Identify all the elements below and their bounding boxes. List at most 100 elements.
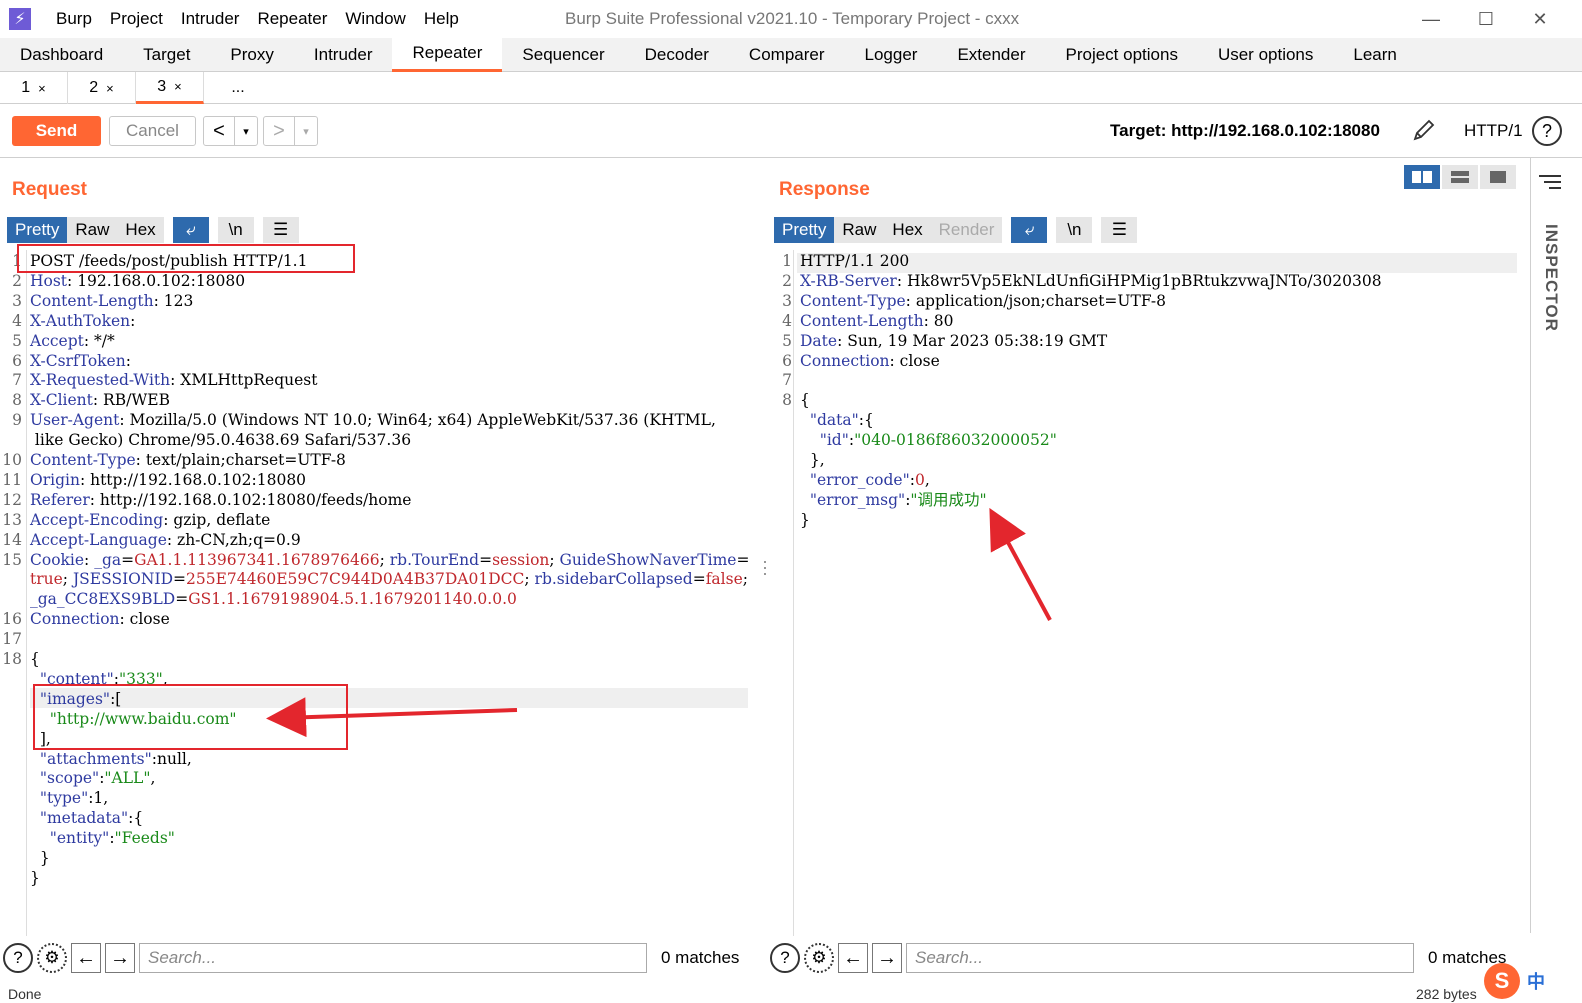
inspector-panel[interactable]: INSPECTOR: [1530, 158, 1582, 933]
ime-language-indicator[interactable]: 中: [1527, 968, 1545, 994]
maximize-icon[interactable]: ☐: [1473, 6, 1499, 32]
forward-dropdown-icon[interactable]: ▾: [294, 117, 317, 145]
tab-target[interactable]: Target: [123, 38, 210, 72]
response-search-input[interactable]: Search...: [906, 943, 1414, 973]
response-tab-pretty[interactable]: Pretty: [774, 217, 835, 243]
repeater-tab-3[interactable]: 3 ×: [136, 72, 204, 104]
request-tab-raw[interactable]: Raw: [67, 217, 118, 243]
tab-comparer[interactable]: Comparer: [729, 38, 845, 72]
help-icon[interactable]: ?: [3, 943, 33, 973]
tab-decoder[interactable]: Decoder: [625, 38, 729, 72]
code-line[interactable]: }: [30, 869, 40, 889]
code-line[interactable]: "type":1,: [30, 789, 108, 809]
inspector-label[interactable]: INSPECTOR: [1541, 224, 1561, 332]
close-tab-icon[interactable]: ×: [106, 81, 114, 96]
tab-project-options[interactable]: Project options: [1046, 38, 1198, 72]
tab-logger[interactable]: Logger: [845, 38, 938, 72]
back-button[interactable]: <: [204, 120, 234, 143]
help-icon[interactable]: ?: [770, 943, 800, 973]
code-line[interactable]: like Gecko) Chrome/95.0.4638.69 Safari/5…: [30, 431, 411, 451]
help-icon[interactable]: ?: [1532, 116, 1562, 146]
back-dropdown-icon[interactable]: ▾: [234, 117, 257, 145]
code-line[interactable]: Origin: http://192.168.0.102:18080: [30, 471, 306, 491]
request-search-input[interactable]: Search...: [139, 943, 647, 973]
code-line[interactable]: HTTP/1.1 200: [800, 252, 909, 272]
code-line[interactable]: X-Requested-With: XMLHttpRequest: [30, 371, 318, 391]
stacked-layout-icon[interactable]: [1442, 165, 1478, 189]
code-line[interactable]: Referer: http://192.168.0.102:18080/feed…: [30, 491, 411, 511]
code-line[interactable]: }: [800, 511, 810, 531]
code-line[interactable]: X-RB-Server: Hk8wr5Vp5EkNLdUnfiGiHPMig1p…: [800, 272, 1382, 292]
code-line[interactable]: X-AuthToken:: [30, 312, 135, 332]
wrap-lines-icon[interactable]: ⤶: [172, 217, 209, 243]
code-line[interactable]: Date: Sun, 19 Mar 2023 05:38:19 GMT: [800, 332, 1107, 352]
response-menu-icon[interactable]: ☰: [1101, 217, 1138, 243]
tab-proxy[interactable]: Proxy: [210, 38, 293, 72]
code-line[interactable]: X-Client: RB/WEB: [30, 391, 170, 411]
wrap-lines-icon[interactable]: ⤶: [1011, 217, 1048, 243]
repeater-tab-2[interactable]: 2 ×: [68, 72, 136, 104]
response-tab-raw[interactable]: Raw: [834, 217, 885, 243]
tab-user-options[interactable]: User options: [1198, 38, 1333, 72]
next-match-icon[interactable]: →: [105, 943, 135, 973]
code-line[interactable]: User-Agent: Mozilla/5.0 (Windows NT 10.0…: [30, 411, 716, 431]
next-match-icon[interactable]: →: [872, 943, 902, 973]
code-line[interactable]: "scope":"ALL",: [30, 769, 156, 789]
code-line[interactable]: "id":"040-0186f86032000052": [800, 431, 1057, 451]
code-line[interactable]: "data":{: [800, 411, 874, 431]
settings-gear-icon[interactable]: ⚙: [37, 943, 67, 973]
panel-splitter-handle[interactable]: · · ·: [762, 552, 768, 582]
tab-sequencer[interactable]: Sequencer: [502, 38, 624, 72]
forward-button[interactable]: >: [264, 120, 294, 143]
code-line[interactable]: {: [30, 650, 40, 670]
new-tab-button[interactable]: ...: [204, 72, 272, 104]
close-icon[interactable]: ✕: [1527, 6, 1553, 32]
minimize-icon[interactable]: —: [1418, 6, 1444, 32]
code-line[interactable]: Content-Length: 123: [30, 292, 193, 312]
code-line[interactable]: {: [800, 391, 810, 411]
code-line[interactable]: "metadata":{: [30, 809, 143, 829]
code-line[interactable]: _ga_CC8EXS9BLD=GS1.1.1679198904.5.1.1679…: [30, 590, 517, 610]
previous-match-icon[interactable]: ←: [71, 943, 101, 973]
tab-intruder[interactable]: Intruder: [294, 38, 393, 72]
code-line[interactable]: "attachments":null,: [30, 750, 192, 770]
tabbed-layout-icon[interactable]: [1480, 165, 1516, 189]
http-version-toggle[interactable]: HTTP/1: [1464, 121, 1523, 141]
code-line[interactable]: Accept: */*: [30, 332, 115, 352]
code-line[interactable]: Content-Type: text/plain;charset=UTF-8: [30, 451, 346, 471]
code-line[interactable]: Connection: close: [800, 352, 940, 372]
menu-burp[interactable]: Burp: [47, 9, 101, 29]
repeater-tab-1[interactable]: 1 ×: [0, 72, 68, 104]
request-tab-pretty[interactable]: Pretty: [7, 217, 68, 243]
code-line[interactable]: }: [30, 849, 50, 869]
tab-dashboard[interactable]: Dashboard: [0, 38, 123, 72]
request-menu-icon[interactable]: ☰: [262, 217, 299, 243]
edit-target-icon[interactable]: [1410, 116, 1438, 144]
tab-extender[interactable]: Extender: [937, 38, 1045, 72]
show-newlines-toggle[interactable]: \n: [1056, 217, 1093, 243]
code-line[interactable]: Content-Type: application/json;charset=U…: [800, 292, 1166, 312]
code-line[interactable]: Cookie: _ga=GA1.1.113967341.1678976466; …: [30, 551, 749, 571]
side-by-side-layout-icon[interactable]: [1404, 165, 1440, 189]
code-line[interactable]: },: [800, 451, 825, 471]
close-tab-icon[interactable]: ×: [38, 81, 46, 96]
menu-help[interactable]: Help: [415, 9, 468, 29]
tab-learn[interactable]: Learn: [1333, 38, 1416, 72]
code-line[interactable]: "entity":"Feeds": [30, 829, 175, 849]
code-line[interactable]: Host: 192.168.0.102:18080: [30, 272, 245, 292]
menu-project[interactable]: Project: [101, 9, 172, 29]
request-tab-hex[interactable]: Hex: [117, 217, 164, 243]
menu-intruder[interactable]: Intruder: [172, 9, 249, 29]
response-editor[interactable]: 1 HTTP/1.1 200 2 X-RB-Server: Hk8wr5Vp5EkNL…: [770, 250, 1520, 940]
menu-repeater[interactable]: Repeater: [248, 9, 336, 29]
code-line[interactable]: "error_msg":"调用成功": [800, 491, 987, 511]
request-editor[interactable]: 1 POST /feeds/post/publish HTTP/1.1 2 Host:…: [0, 250, 760, 940]
previous-match-icon[interactable]: ←: [838, 943, 868, 973]
show-newlines-toggle[interactable]: \n: [217, 217, 254, 243]
code-line[interactable]: Accept-Encoding: gzip, deflate: [30, 511, 270, 531]
code-line[interactable]: true; JSESSIONID=255E74460E59C7C944D0A4B…: [30, 570, 748, 590]
response-tab-render[interactable]: Render: [930, 217, 1003, 243]
inspector-menu-icon[interactable]: [1539, 174, 1561, 190]
settings-gear-icon[interactable]: ⚙: [804, 943, 834, 973]
code-line[interactable]: Connection: close: [30, 610, 170, 630]
